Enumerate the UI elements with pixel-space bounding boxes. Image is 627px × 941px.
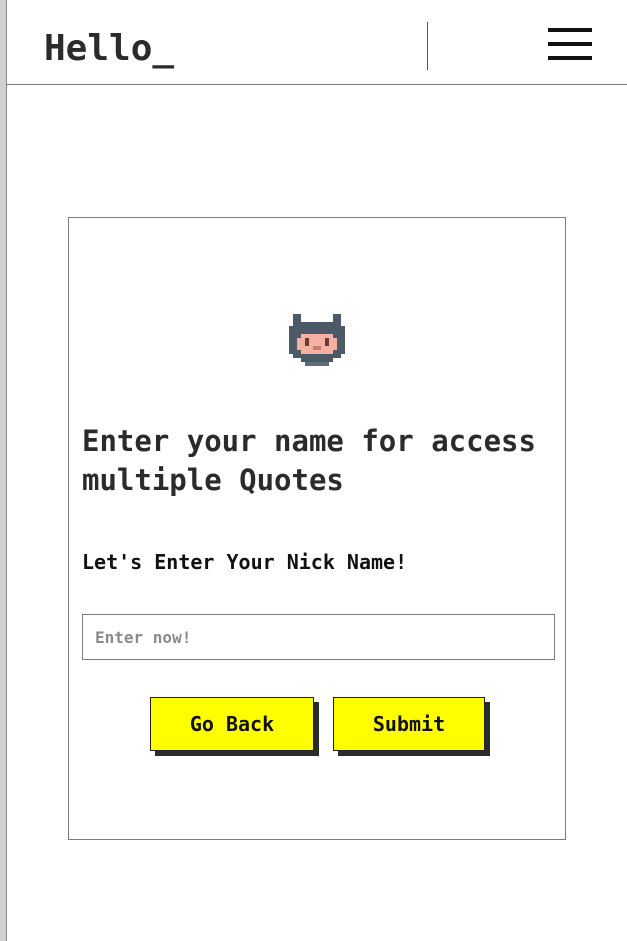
submit-button[interactable]: Submit bbox=[333, 697, 485, 751]
hamburger-menu-icon bbox=[548, 42, 592, 46]
hamburger-menu-icon bbox=[548, 56, 592, 60]
brand-title[interactable]: Hello_ bbox=[44, 26, 174, 72]
name-entry-card: Enter your name for access multiple Quot… bbox=[68, 217, 566, 840]
nickname-prompt: Let's Enter Your Nick Name! bbox=[82, 550, 408, 574]
menu-button[interactable] bbox=[544, 26, 592, 66]
go-back-button[interactable]: Go Back bbox=[150, 697, 314, 751]
header-divider bbox=[427, 22, 428, 70]
page-edge-line bbox=[6, 0, 7, 941]
hamburger-menu-icon bbox=[548, 28, 592, 32]
octocat-avatar-icon bbox=[289, 314, 345, 366]
nickname-input[interactable] bbox=[82, 614, 555, 660]
top-nav: Hello_ bbox=[6, 0, 627, 85]
page-title: Enter your name for access multiple Quot… bbox=[82, 424, 536, 497]
page: Hello_ Enter your name for access multip… bbox=[0, 0, 627, 941]
